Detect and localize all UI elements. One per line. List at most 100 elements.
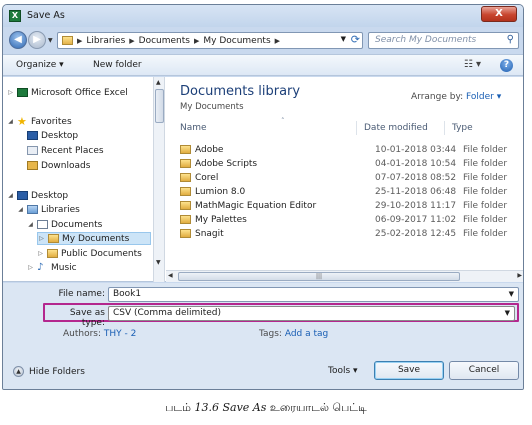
navigation-row: ◀ ▶ ▼ ▶ Libraries ▶ Documents ▶ My Docum… <box>3 27 523 53</box>
nav-item-libraries[interactable]: ◢ Libraries <box>17 203 80 216</box>
collapse-icon[interactable]: ◢ <box>17 206 24 213</box>
folder-icon <box>180 187 191 196</box>
nav-item-label: Music <box>51 262 77 273</box>
file-type: File folder <box>463 144 508 155</box>
folder-icon <box>180 173 191 182</box>
tags-value[interactable]: Add a tag <box>285 329 328 339</box>
column-header-type[interactable]: Type <box>452 123 473 133</box>
excel-app-icon: X <box>9 10 21 22</box>
nav-item-label: Public Documents <box>61 248 142 259</box>
nav-item-music[interactable]: ▷ ♪ Music <box>27 261 77 274</box>
address-bar[interactable]: ▶ Libraries ▶ Documents ▶ My Documents ▶… <box>57 32 363 49</box>
folder-icon <box>180 159 191 168</box>
refresh-icon[interactable]: ⟳ <box>351 33 360 46</box>
file-row[interactable]: Lumion 8.0 25-11-2018 06:48 File folder <box>180 185 518 198</box>
collapse-icon[interactable]: ◢ <box>7 118 14 125</box>
horizontal-scrollbar[interactable]: ◀ ||| ▶ <box>166 270 523 282</box>
scroll-right-icon[interactable]: ▶ <box>517 272 522 279</box>
folder-icon <box>180 201 191 210</box>
library-subtitle: My Documents <box>180 102 244 112</box>
chevron-right-icon[interactable]: ▶ <box>77 37 82 45</box>
breadcrumb-my-documents[interactable]: My Documents <box>203 36 270 46</box>
chevron-down-icon[interactable]: ▼ <box>509 288 514 301</box>
nav-item-downloads[interactable]: Downloads <box>27 159 90 172</box>
search-input[interactable]: Search My Documents <box>375 35 476 45</box>
nav-item-label: Recent Places <box>41 145 104 156</box>
breadcrumb-libraries[interactable]: Libraries <box>86 36 125 46</box>
authors-value[interactable]: THY - 2 <box>104 329 136 339</box>
folder-icon <box>180 229 191 238</box>
search-box[interactable]: Search My Documents ⚲ <box>368 32 519 49</box>
file-row[interactable]: Adobe Scripts 04-01-2018 10:54 File fold… <box>180 157 518 170</box>
nav-pane-scrollbar[interactable]: ▲ ▼ <box>153 77 165 282</box>
column-header-name[interactable]: Name <box>180 123 207 133</box>
nav-item-favorites[interactable]: ◢ ★ Favorites <box>7 115 71 128</box>
nav-item-public-documents[interactable]: ▷ Public Documents <box>37 247 142 260</box>
save-type-select[interactable]: CSV (Comma delimited) ▼ <box>108 306 515 321</box>
new-folder-button[interactable]: New folder <box>93 60 142 70</box>
collapse-icon[interactable]: ◢ <box>7 192 14 199</box>
close-button[interactable]: X <box>481 6 517 22</box>
cancel-button[interactable]: Cancel <box>449 361 519 380</box>
recent-pages-dropdown-icon[interactable]: ▼ <box>48 37 53 44</box>
window-title: Save As <box>27 10 65 21</box>
library-title: Documents library <box>180 84 301 99</box>
file-row[interactable]: Snagit 25-02-2018 12:45 File folder <box>180 227 518 240</box>
help-icon[interactable]: ? <box>500 59 513 72</box>
tools-button[interactable]: Tools ▾ <box>328 366 358 376</box>
chevron-up-icon[interactable]: ▲ <box>13 366 24 377</box>
file-row[interactable]: MathMagic Equation Editor 29-10-2018 11:… <box>180 199 518 212</box>
file-row[interactable]: My Palettes 06-09-2017 11:02 File folder <box>180 213 518 226</box>
tags-label: Tags: <box>259 329 282 339</box>
column-header-date[interactable]: Date modified <box>364 123 428 133</box>
scroll-left-icon[interactable]: ◀ <box>168 272 173 279</box>
scroll-up-icon[interactable]: ▲ <box>156 79 161 86</box>
nav-item-excel[interactable]: ▷ Microsoft Office Excel <box>7 86 128 99</box>
chevron-down-icon[interactable]: ▼ <box>505 307 510 320</box>
scroll-down-icon[interactable]: ▼ <box>156 259 161 266</box>
scrollbar-thumb[interactable] <box>155 89 164 123</box>
file-type: File folder <box>463 158 508 169</box>
file-name: MathMagic Equation Editor <box>195 200 317 211</box>
expand-icon[interactable]: ▷ <box>38 235 45 242</box>
collapse-icon[interactable]: ◢ <box>27 221 34 228</box>
nav-item-documents[interactable]: ◢ Documents <box>27 218 102 231</box>
chevron-right-icon[interactable]: ▶ <box>129 37 134 45</box>
authors-label: Authors: <box>63 329 102 339</box>
file-type: File folder <box>463 228 508 239</box>
column-divider[interactable] <box>356 121 357 135</box>
breadcrumb-documents[interactable]: Documents <box>139 36 190 46</box>
change-view-icon[interactable]: ☷ ▾ <box>464 59 481 70</box>
organize-button[interactable]: Organize ▾ <box>16 60 64 70</box>
nav-item-desktop-root[interactable]: ◢ Desktop <box>7 189 68 202</box>
back-button[interactable]: ◀ <box>9 31 27 49</box>
scrollbar-thumb[interactable]: ||| <box>178 272 460 281</box>
arrange-by-dropdown[interactable]: Folder ▾ <box>466 92 501 102</box>
arrange-by-label: Arrange by: <box>411 92 464 102</box>
forward-button[interactable]: ▶ <box>28 31 46 49</box>
save-as-dialog: X Save As X ◀ ▶ ▼ ▶ Libraries ▶ Document… <box>2 4 524 390</box>
nav-item-recent-places[interactable]: Recent Places <box>27 144 104 157</box>
search-icon[interactable]: ⚲ <box>507 34 514 45</box>
expand-icon[interactable]: ▷ <box>37 250 44 257</box>
file-name: Adobe <box>195 144 224 155</box>
caption-number: 13.6 Save As <box>194 401 267 414</box>
folder-icon <box>47 249 58 258</box>
chevron-right-icon[interactable]: ▶ <box>275 37 280 45</box>
file-name-field[interactable]: Book1 ▼ <box>108 287 519 302</box>
column-divider[interactable] <box>444 121 445 135</box>
file-row[interactable]: Corel 07-07-2018 08:52 File folder <box>180 171 518 184</box>
chevron-right-icon[interactable]: ▶ <box>194 37 199 45</box>
save-type-value: CSV (Comma delimited) <box>113 308 222 318</box>
file-row[interactable]: Adobe 10-01-2018 03:44 File folder <box>180 143 518 156</box>
address-dropdown-icon[interactable]: ▼ <box>341 35 346 43</box>
expand-icon[interactable]: ▷ <box>27 264 34 271</box>
hide-folders-button[interactable]: Hide Folders <box>29 367 85 377</box>
folder-icon <box>180 145 191 154</box>
save-button[interactable]: Save <box>374 361 444 380</box>
expand-icon[interactable]: ▷ <box>7 89 14 96</box>
library-icon <box>27 205 38 214</box>
file-name-value: Book1 <box>113 289 142 299</box>
nav-item-my-documents[interactable]: ▷ My Documents <box>37 232 151 245</box>
nav-item-desktop[interactable]: Desktop <box>27 129 78 142</box>
